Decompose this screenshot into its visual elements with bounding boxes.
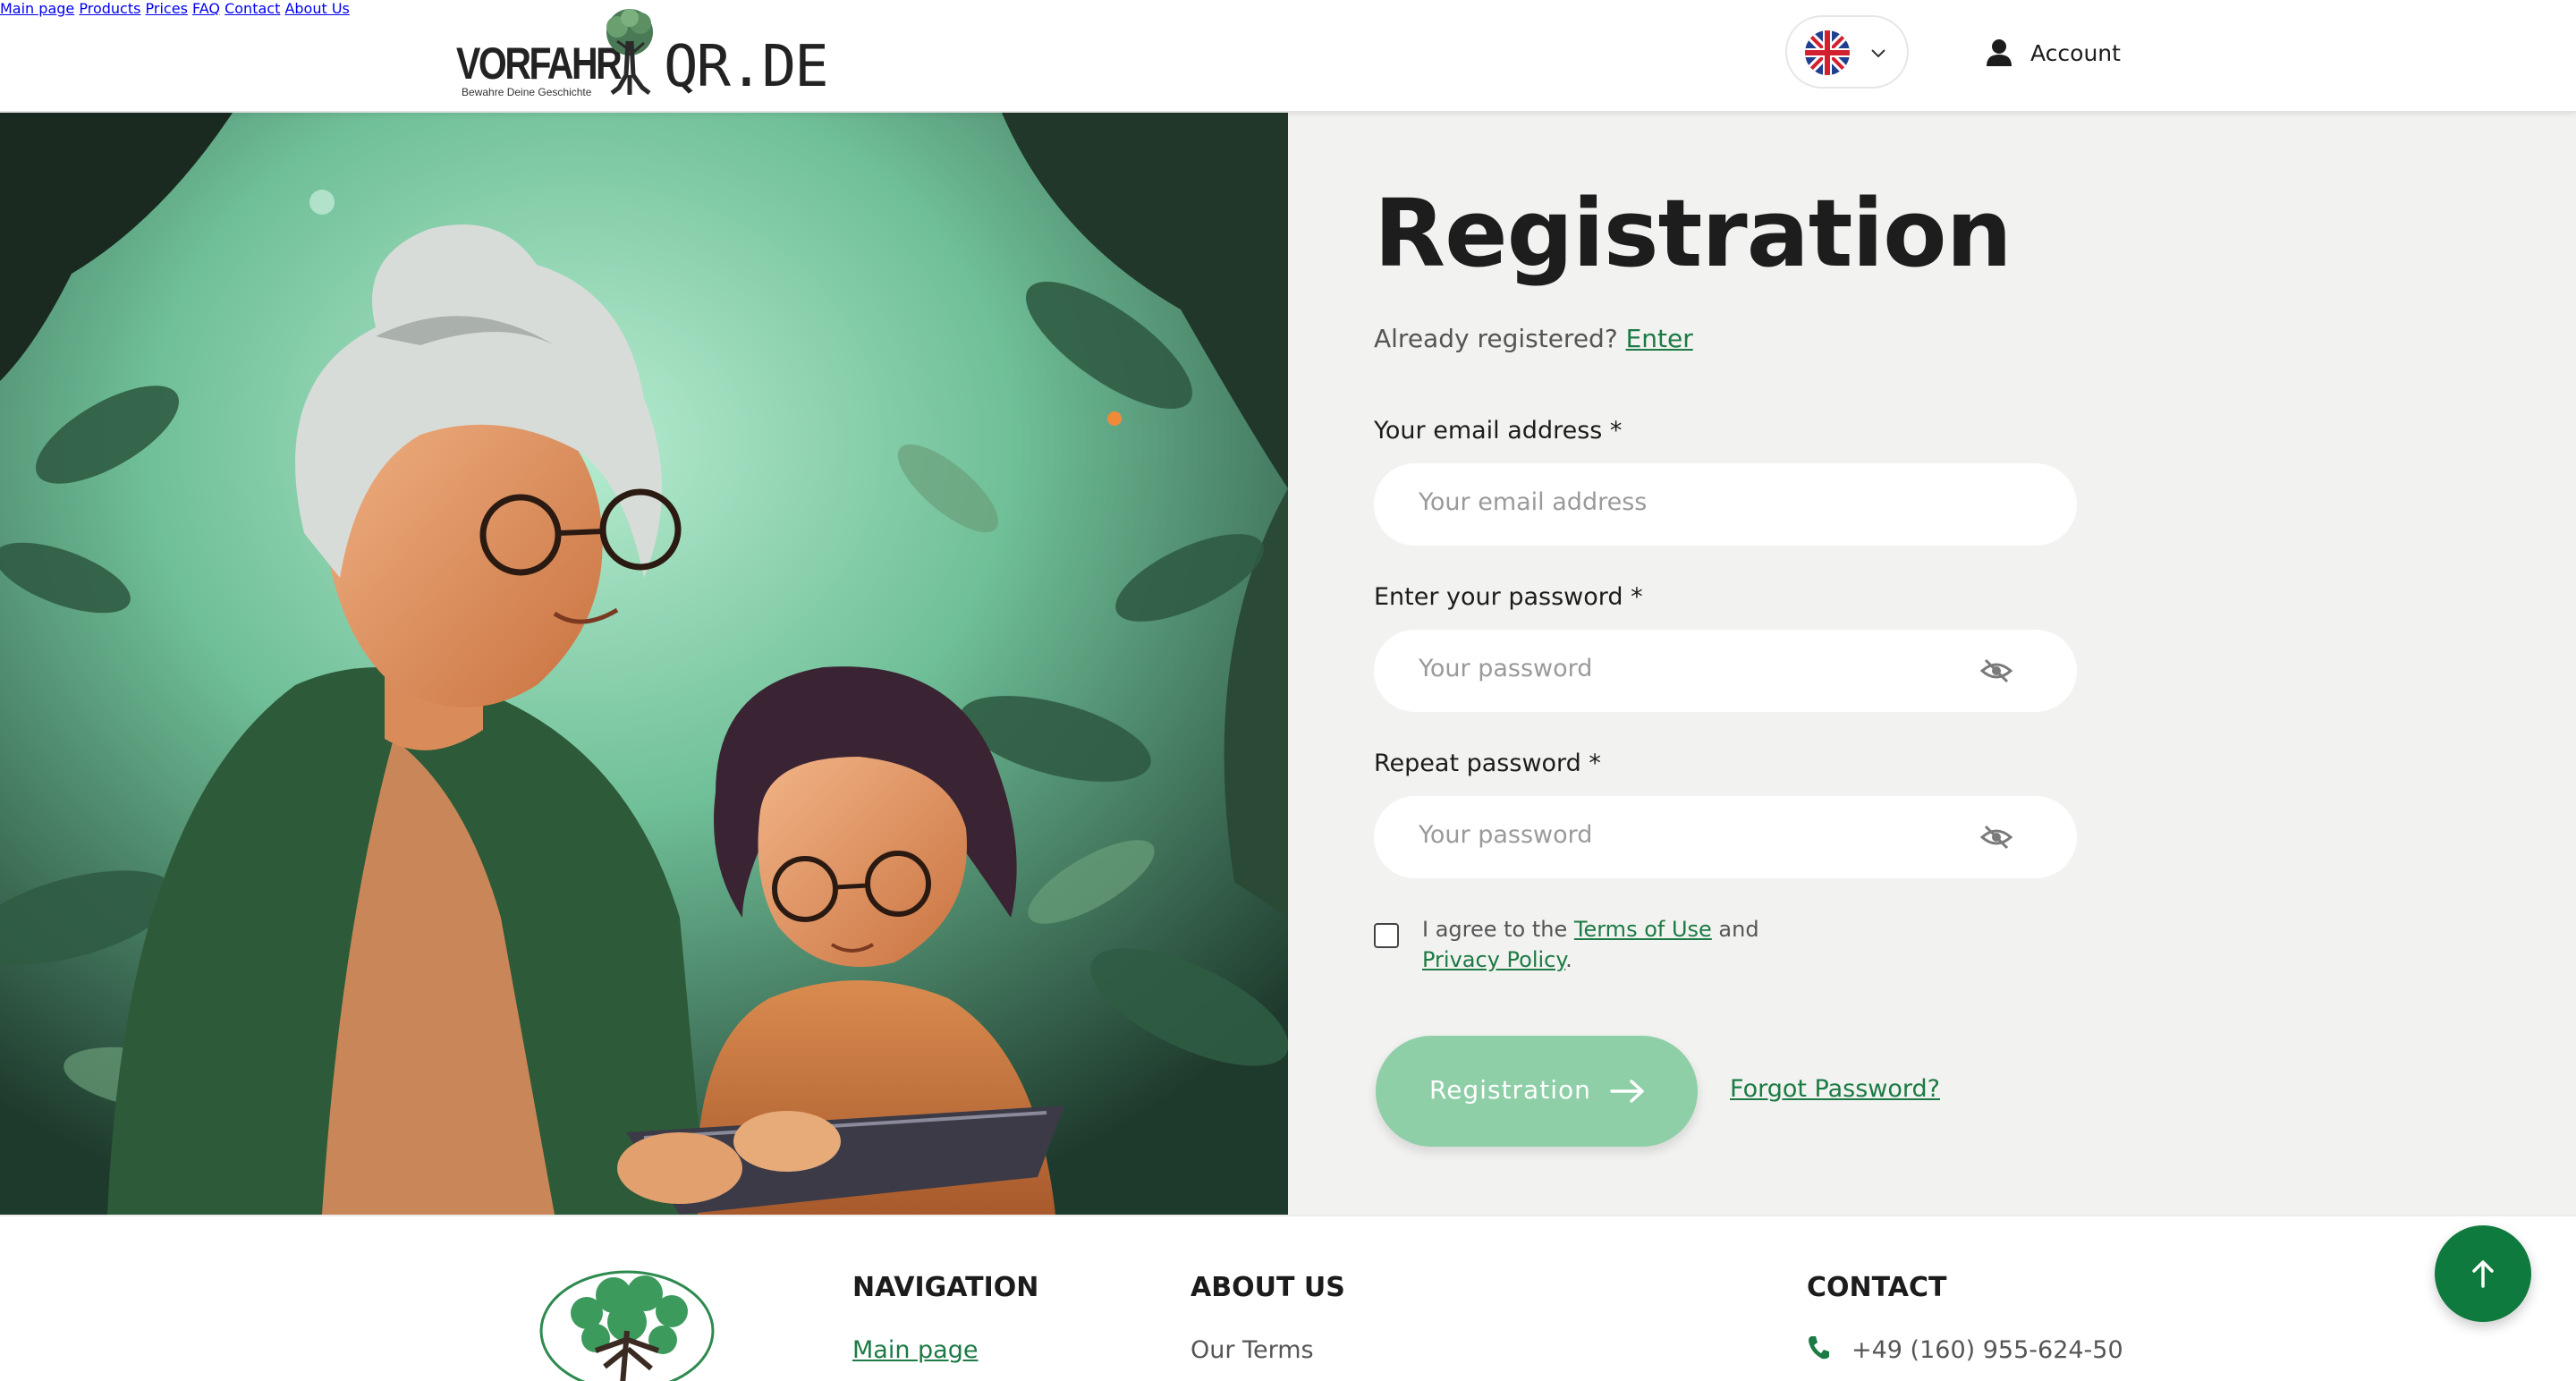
nav-faq[interactable]: FAQ [192, 0, 220, 17]
site-footer: NAVIGATION Main page ABOUT US Our Terms … [0, 1215, 2576, 1381]
logo-tree-icon [606, 9, 653, 95]
email-label: Your email address * [1374, 417, 1623, 445]
chevron-down-icon [1871, 49, 1885, 58]
site-header: VORFAHR QR.DE Bewahre Deine Geschichte M… [0, 0, 2576, 113]
email-placeholder: Your email address [1419, 488, 1648, 516]
arrow-right-icon [1610, 1080, 1644, 1103]
footer-contact-heading: CONTACT [1807, 1272, 1947, 1303]
footer-our-terms-link[interactable]: Our Terms [1191, 1336, 1314, 1364]
footer-about-heading: ABOUT US [1191, 1272, 1345, 1303]
terms-of-use-link[interactable]: Terms of Use [1574, 917, 1712, 942]
site-logo[interactable]: VORFAHR QR.DE Bewahre Deine Geschichte [456, 5, 829, 102]
user-icon [1987, 39, 2012, 66]
footer-main-page-link[interactable]: Main page [852, 1336, 978, 1364]
logo-tagline: Bewahre Deine Geschichte [462, 86, 592, 98]
footer-tree-logo-icon [539, 1270, 715, 1381]
password-placeholder: Your password [1419, 655, 1593, 682]
nav-about-us[interactable]: About Us [284, 0, 349, 17]
footer-phone-link[interactable]: +49 (160) 955-624-50 [1852, 1336, 2123, 1364]
terms-checkbox[interactable] [1374, 923, 1399, 948]
email-field[interactable]: Your email address [1374, 463, 2077, 546]
eye-slash-icon[interactable] [1980, 823, 2012, 851]
page-title: Registration [1374, 179, 2012, 288]
agree-prefix: I agree to the [1422, 917, 1574, 942]
logo-word-right: QR.DE [664, 34, 829, 100]
enter-link[interactable]: Enter [1626, 324, 1693, 353]
grandmother-child-illustration [0, 113, 1288, 1215]
agree-suffix: . [1565, 947, 1572, 972]
language-selector[interactable] [1785, 15, 1909, 89]
account-link[interactable]: Account [1986, 35, 2121, 71]
repeat-password-label: Repeat password * [1374, 750, 1601, 777]
repeat-password-field[interactable]: Your password [1374, 796, 2077, 878]
already-registered-label: Already registered? [1374, 324, 1626, 353]
phone-icon [1809, 1336, 1829, 1360]
password-field[interactable]: Your password [1374, 630, 2077, 712]
terms-agreement-text: I agree to the Terms of Use and Privacy … [1422, 914, 1798, 975]
footer-navigation-heading: NAVIGATION [852, 1272, 1039, 1303]
nav-prices[interactable]: Prices [146, 0, 188, 17]
nav-contact[interactable]: Contact [225, 0, 280, 17]
repeat-password-placeholder: Your password [1419, 821, 1593, 849]
uk-flag-icon [1805, 30, 1850, 75]
privacy-policy-link[interactable]: Privacy Policy [1422, 947, 1565, 972]
registration-button-label: Registration [1429, 1075, 1591, 1105]
eye-slash-icon[interactable] [1980, 657, 2012, 685]
already-registered-text: Already registered? Enter [1374, 324, 1693, 353]
registration-button[interactable]: Registration [1376, 1036, 1698, 1147]
agree-mid: and [1711, 917, 1759, 942]
scroll-to-top-button[interactable] [2435, 1225, 2531, 1322]
password-label: Enter your password * [1374, 583, 1643, 611]
arrow-up-icon [2472, 1260, 2494, 1288]
nav-products[interactable]: Products [79, 0, 140, 17]
nav-main-page[interactable]: Main page [0, 0, 74, 17]
account-label: Account [2030, 39, 2121, 66]
registration-panel: Registration Already registered? Enter Y… [1288, 113, 2576, 1215]
hero-illustration [0, 113, 1288, 1215]
forgot-password-link[interactable]: Forgot Password? [1730, 1075, 1940, 1103]
